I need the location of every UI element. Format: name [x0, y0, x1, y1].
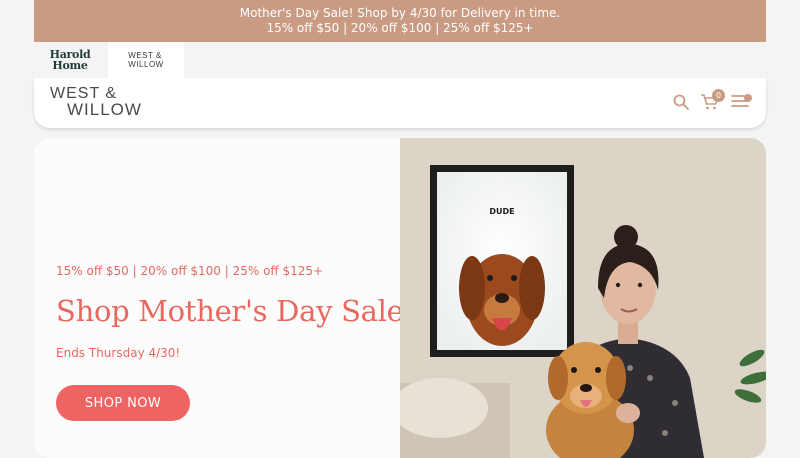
- cart-count-badge: 0: [712, 89, 725, 102]
- west-willow-small-logo: WEST & WILLOW: [128, 51, 164, 69]
- hero-title: Shop Mother's Day Sale: [56, 294, 404, 328]
- menu-notification-dot: [744, 94, 752, 102]
- shop-now-button[interactable]: SHOP NOW: [56, 385, 190, 421]
- search-icon[interactable]: [672, 93, 690, 111]
- hero-image[interactable]: DUDE: [400, 138, 766, 458]
- announcement-bar: Mother's Day Sale! Shop by 4/30 for Deli…: [34, 0, 766, 42]
- poster-dude-text: DUDE: [489, 207, 514, 216]
- brand-switcher: Harold Home WEST & WILLOW: [34, 42, 766, 78]
- announcement-line-1: Mother's Day Sale! Shop by 4/30 for Deli…: [239, 6, 561, 20]
- site-logo[interactable]: WEST & WILLOW: [50, 86, 142, 119]
- hero-subtitle: Ends Thursday 4/30!: [56, 346, 181, 360]
- hero-offer-text: 15% off $50 | 20% off $100 | 25% off $12…: [56, 264, 324, 278]
- harold-home-logo: Harold Home: [49, 48, 91, 72]
- hero-banner: 15% off $50 | 20% off $100 | 25% off $12…: [34, 138, 766, 458]
- brand-tab-west-willow[interactable]: WEST & WILLOW: [108, 42, 184, 78]
- announcement-line-2: 15% off $50 | 20% off $100 | 25% off $12…: [266, 21, 534, 35]
- brand-tab-harold-home[interactable]: Harold Home: [34, 42, 106, 78]
- site-header: WEST & WILLOW 0: [34, 78, 766, 128]
